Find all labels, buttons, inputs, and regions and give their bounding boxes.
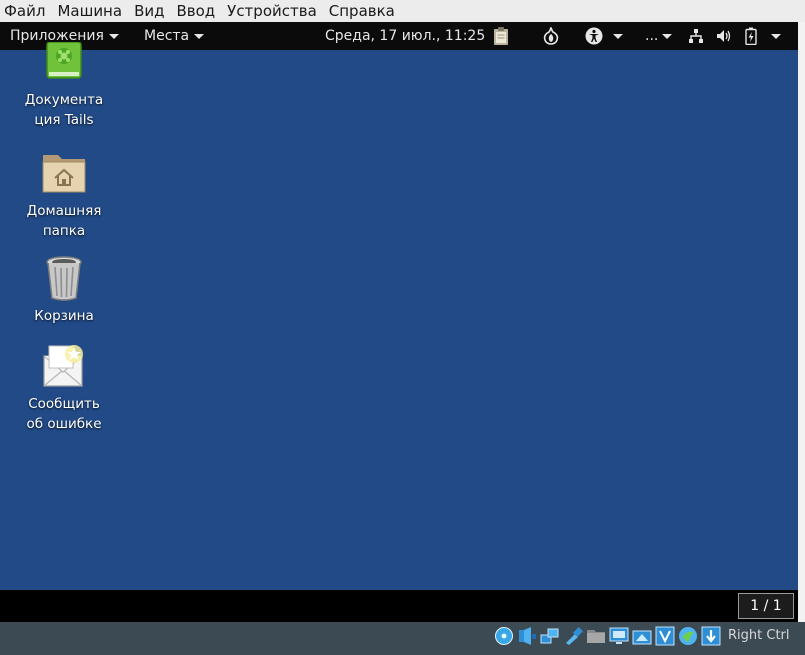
menu-help[interactable]: Справка: [329, 0, 401, 22]
desktop-icon-home[interactable]: Домашняя папка: [14, 149, 114, 241]
clipboard-icon[interactable]: [492, 22, 510, 50]
more-menu[interactable]: ...: [645, 22, 673, 50]
places-menu[interactable]: Места: [144, 22, 205, 50]
gnome-top-bar: Приложения Места Среда, 17 июл., 11:25 .…: [0, 22, 798, 50]
tails-docs-icon: [40, 41, 88, 86]
chevron-down-icon: [194, 33, 205, 39]
accessibility-menu[interactable]: [585, 22, 623, 50]
menu-input[interactable]: Ввод: [176, 0, 221, 22]
guest-desktop[interactable]: Приложения Места Среда, 17 июл., 11:25 .…: [0, 22, 798, 622]
host-key-label: Right Ctrl: [728, 628, 790, 643]
shared-folders-icon[interactable]: [586, 626, 606, 646]
volume-icon[interactable]: [716, 22, 732, 50]
desktop-icon-trash[interactable]: Корзина: [14, 254, 114, 326]
home-folder-icon: [40, 149, 88, 197]
host-key-arrow-icon[interactable]: [701, 626, 721, 646]
chevron-down-icon: [613, 33, 623, 39]
tor-onion-icon[interactable]: [543, 22, 559, 50]
window-edge: [798, 22, 805, 622]
ellipsis-label: ...: [645, 28, 659, 44]
workspace-switcher[interactable]: 1 / 1: [738, 593, 794, 619]
chevron-down-icon: [771, 33, 781, 39]
virtualization-icon[interactable]: [655, 626, 675, 646]
network-adapter-icon[interactable]: [540, 626, 560, 646]
trash-icon: [40, 254, 88, 302]
clock[interactable]: Среда, 17 июл., 11:25: [325, 22, 485, 50]
desktop-icon-bug-report[interactable]: Сообщить об ошибке: [14, 342, 114, 434]
battery-icon[interactable]: [745, 22, 757, 50]
clock-label: Среда, 17 июл., 11:25: [325, 28, 486, 44]
desktop-icon-label: Домашняя папка: [26, 203, 102, 239]
gnome-bottom-panel: 1 / 1: [0, 590, 798, 622]
desktop-icon-label: Сообщить об ошибке: [26, 396, 102, 432]
menu-devices[interactable]: Устройства: [227, 0, 323, 22]
menu-machine[interactable]: Машина: [57, 0, 128, 22]
guest-additions-icon[interactable]: [678, 626, 698, 646]
audio-icon[interactable]: [517, 626, 537, 646]
desktop-icon-label: Документа ция Tails: [24, 92, 104, 128]
accessibility-icon: [585, 27, 603, 45]
bug-report-icon: [40, 342, 88, 390]
chevron-down-icon: [108, 33, 119, 39]
desktop-icon-tails-docs[interactable]: Документа ция Tails: [14, 41, 114, 130]
network-icon[interactable]: [688, 22, 704, 50]
desktop-icon-label: Корзина: [34, 308, 94, 324]
menu-file[interactable]: Файл: [4, 0, 51, 22]
system-menu[interactable]: [766, 22, 781, 50]
places-label: Места: [144, 28, 190, 44]
video-capture-icon[interactable]: [632, 626, 652, 646]
chevron-down-icon: [662, 33, 673, 39]
vbox-statusbar: Right Ctrl: [0, 622, 805, 655]
display-icon[interactable]: [609, 626, 629, 646]
usb-icon[interactable]: [563, 626, 583, 646]
optical-drive-icon[interactable]: [494, 626, 514, 646]
menu-view[interactable]: Вид: [134, 0, 170, 22]
vbox-menubar: Файл Машина Вид Ввод Устройства Справка: [0, 0, 805, 22]
